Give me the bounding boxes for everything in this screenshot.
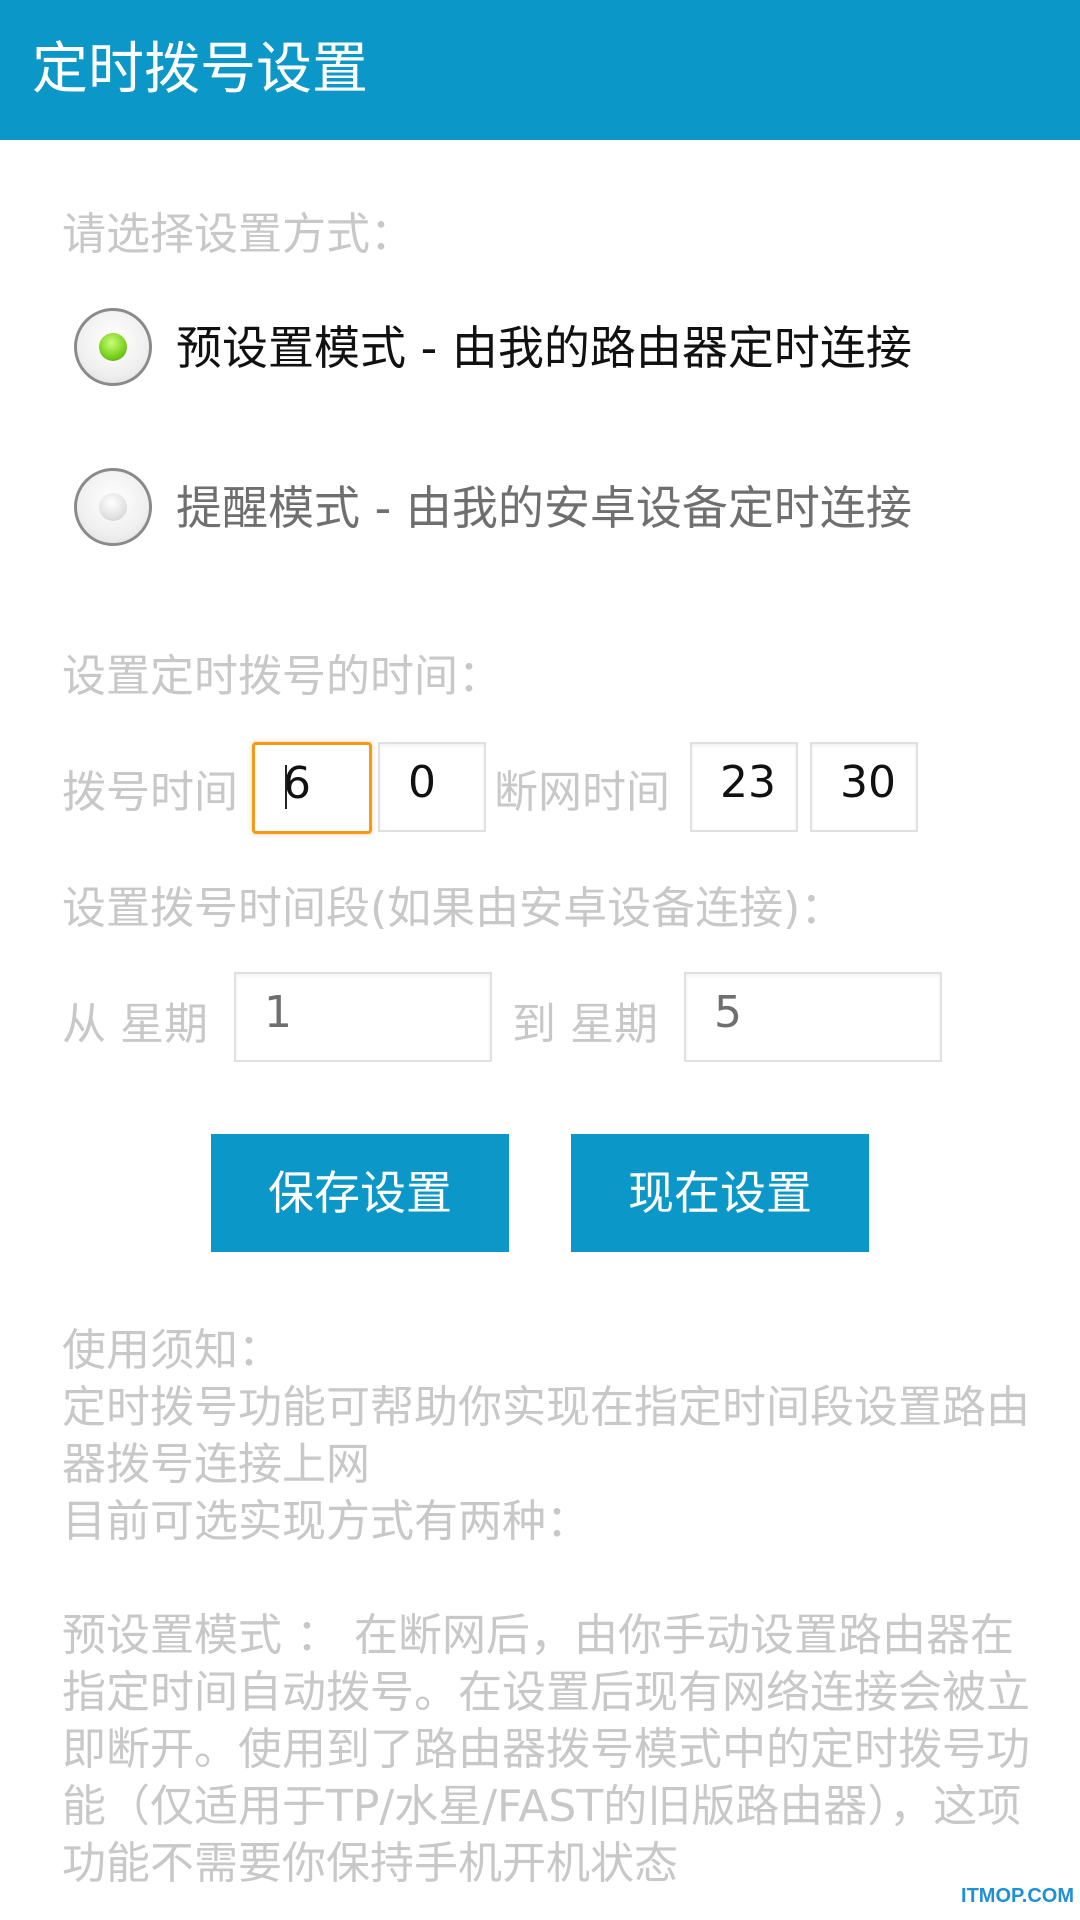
set-now-button[interactable]: 现在设置 [571, 1134, 869, 1252]
disconnect-minute-value: 30 [840, 757, 896, 808]
watermark: ITMOP.COM [961, 1885, 1074, 1907]
notes-line-3: 预设置模式 ： 在断网后，由你手动设置路由器在指定时间自动拨号。在设置后现有网络… [62, 1610, 1030, 1889]
dial-minute-value: 0 [408, 757, 436, 808]
radio-unselected-dot [99, 493, 127, 521]
notes-title: 使用须知： [62, 1325, 282, 1376]
app-bar: 定时拨号设置 [0, 0, 1080, 140]
usage-notes: 使用须知： 定时拨号功能可帮助你实现在指定时间段设置路由器拨号连接上网 目前可选… [62, 1322, 1042, 1892]
time-prompt-label: 设置定时拨号的时间： [62, 651, 502, 702]
to-weekday-label: 到 星期 [512, 999, 658, 1050]
radio-preset-mode-label[interactable]: 预设置模式 - 由我的路由器定时连接 [176, 320, 912, 376]
radio-selected-dot [99, 333, 127, 361]
save-settings-button[interactable]: 保存设置 [211, 1134, 509, 1252]
dial-hour-input[interactable]: 6 [252, 742, 372, 834]
disconnect-minute-input[interactable]: 30 [810, 742, 918, 832]
disconnect-time-label: 断网时间 [494, 767, 670, 818]
notes-line-1: 定时拨号功能可帮助你实现在指定时间段设置路由器拨号连接上网 [62, 1382, 1030, 1490]
to-weekday-input[interactable]: 5 [684, 972, 942, 1062]
page-title: 定时拨号设置 [32, 37, 368, 102]
radio-button-icon[interactable] [74, 468, 152, 546]
from-weekday-label: 从 星期 [62, 999, 208, 1050]
to-weekday-value: 5 [714, 987, 742, 1038]
from-weekday-input[interactable]: 1 [234, 972, 492, 1062]
from-weekday-value: 1 [264, 987, 292, 1038]
mode-prompt-label: 请选择设置方式： [62, 209, 414, 260]
dial-minute-input[interactable]: 0 [378, 742, 486, 832]
dial-hour-value: 6 [283, 758, 311, 809]
text-caret [285, 765, 287, 809]
radio-button-icon[interactable] [74, 308, 152, 386]
notes-line-2: 目前可选实现方式有两种： [62, 1496, 590, 1547]
dial-time-label: 拨号时间 [62, 767, 238, 818]
disconnect-hour-input[interactable]: 23 [690, 742, 798, 832]
disconnect-hour-value: 23 [720, 757, 776, 808]
period-prompt-label: 设置拨号时间段(如果由安卓设备连接)： [62, 883, 845, 934]
radio-reminder-mode-label[interactable]: 提醒模式 - 由我的安卓设备定时连接 [176, 480, 912, 536]
